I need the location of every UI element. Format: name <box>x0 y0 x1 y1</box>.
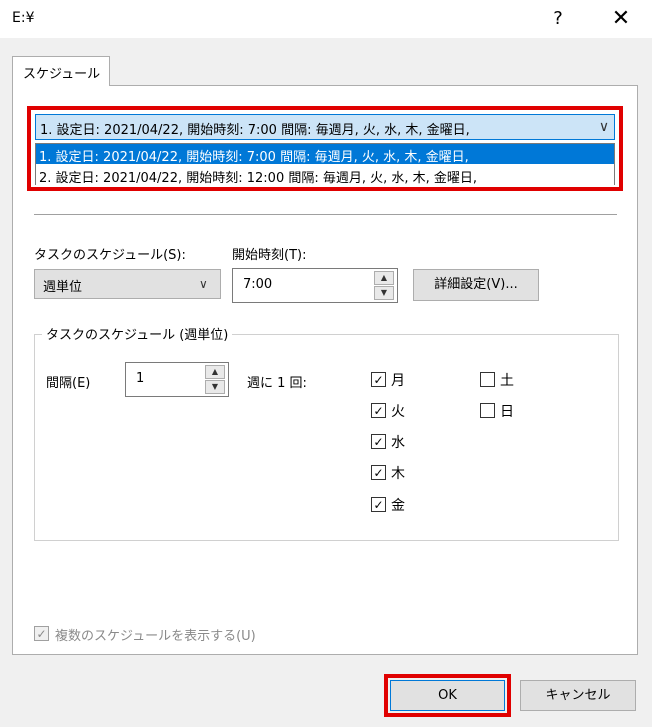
checkbox-thursday[interactable]: ✓ <box>371 465 386 480</box>
chevron-down-icon[interactable]: ∨ <box>199 277 208 291</box>
weekly-group-title: タスクのスケジュール (週単位) <box>42 324 233 343</box>
day-label-wednesday: 水 <box>391 435 405 451</box>
spin-up-icon[interactable]: ▲ <box>205 365 225 379</box>
checkbox-wednesday[interactable]: ✓ <box>371 434 386 449</box>
start-time-label: 開始時刻(T): <box>232 248 307 263</box>
checkbox-monday[interactable]: ✓ <box>371 372 386 387</box>
close-button[interactable]: ✕ <box>598 4 644 34</box>
help-button[interactable]: ? <box>538 4 578 34</box>
cancel-button[interactable]: キャンセル <box>520 680 636 711</box>
chevron-down-icon[interactable]: ∨ <box>594 115 614 139</box>
day-label-thursday: 木 <box>391 466 405 482</box>
day-label-tuesday: 火 <box>391 404 405 420</box>
schedule-option[interactable]: 1. 設定日: 2021/04/22, 開始時刻: 7:00 間隔: 毎週月, … <box>36 144 614 165</box>
checkbox-sunday[interactable] <box>480 403 495 418</box>
separator <box>34 214 617 215</box>
day-label-sunday: 日 <box>500 404 514 420</box>
schedule-combo[interactable]: 1. 設定日: 2021/04/22, 開始時刻: 7:00 間隔: 毎週月, … <box>35 114 615 140</box>
ok-button[interactable]: OK <box>390 680 505 711</box>
spin-down-icon[interactable]: ▼ <box>374 286 394 300</box>
checkbox-friday[interactable]: ✓ <box>371 497 386 512</box>
spin-down-icon[interactable]: ▼ <box>205 380 225 394</box>
schedule-option[interactable]: 2. 設定日: 2021/04/22, 開始時刻: 12:00 間隔: 毎週月,… <box>36 165 614 186</box>
advanced-settings-button[interactable]: 詳細設定(V)... <box>413 269 539 301</box>
interval-label: 間隔(E) <box>46 376 91 391</box>
checkbox-tuesday[interactable]: ✓ <box>371 403 386 418</box>
window-title: E:¥ <box>12 10 35 26</box>
task-schedule-label: タスクのスケジュール(S): <box>34 248 186 263</box>
day-label-monday: 月 <box>391 373 405 389</box>
day-label-friday: 金 <box>391 498 405 514</box>
checkbox-show-multiple[interactable]: ✓ <box>34 626 49 641</box>
weekly-label: 週に 1 回: <box>247 376 307 391</box>
day-label-saturday: 土 <box>500 373 514 389</box>
spin-up-icon[interactable]: ▲ <box>374 271 394 285</box>
task-schedule-select[interactable]: 週単位 <box>34 269 221 299</box>
checkbox-saturday[interactable] <box>480 372 495 387</box>
weekly-schedule-group <box>34 334 619 541</box>
show-multiple-label: 複数のスケジュールを表示する(U) <box>55 629 256 644</box>
tab-schedule[interactable]: スケジュール <box>12 56 110 86</box>
task-schedule-value: 週単位 <box>43 280 83 295</box>
